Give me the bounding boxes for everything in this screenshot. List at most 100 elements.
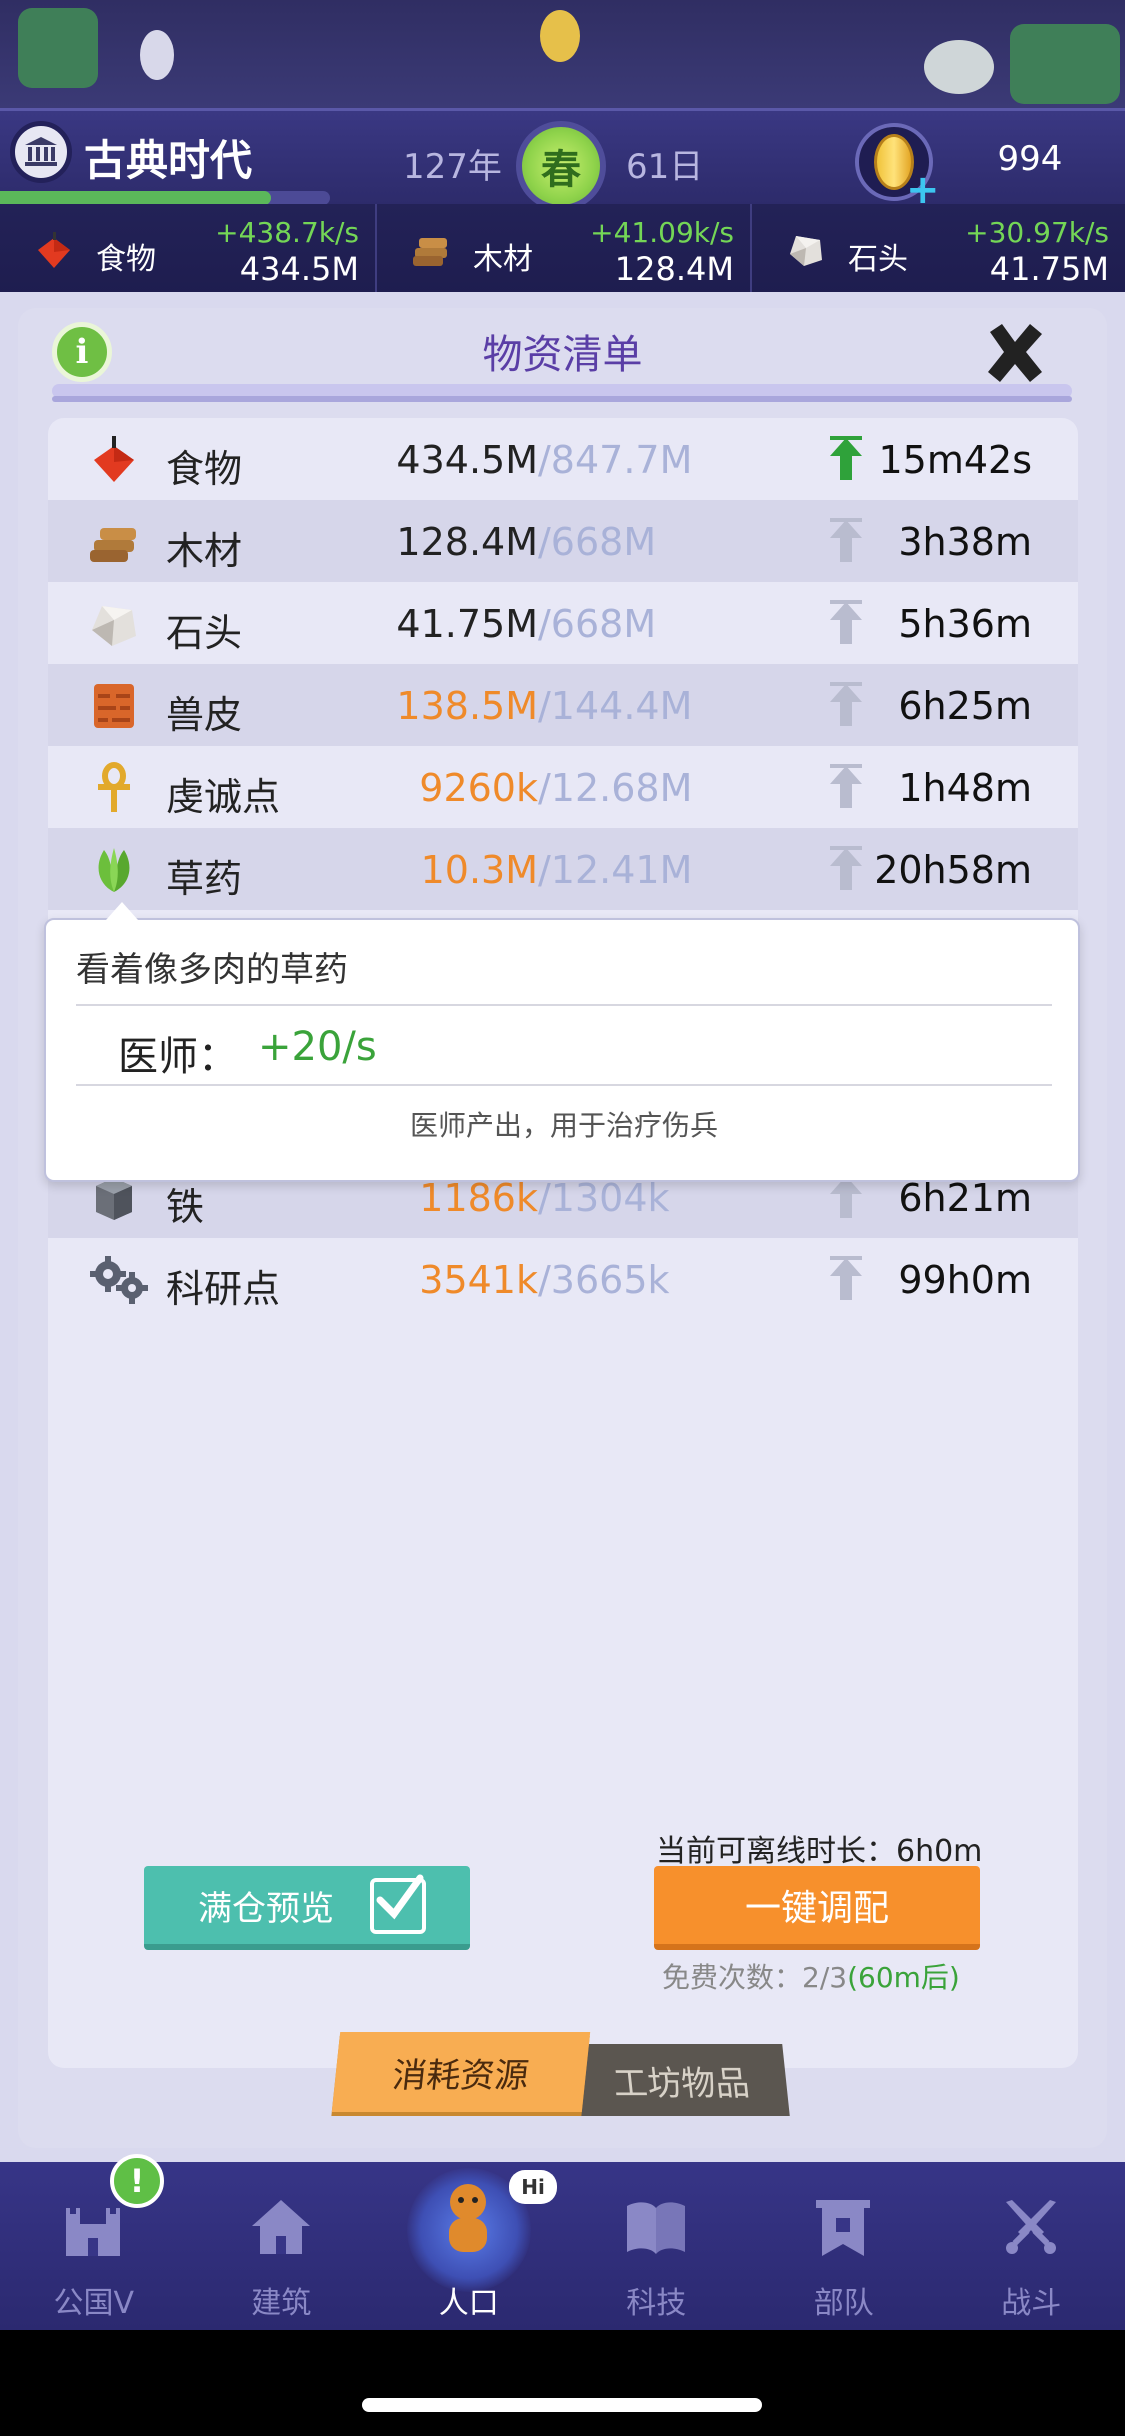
herb-tooltip: 看着像多肉的草药 医师： +20/s 医师产出，用于治疗伤兵 <box>44 902 1080 1182</box>
nav-troops[interactable]: 部队 <box>750 2162 938 2330</box>
list-item[interactable]: 兽皮 138.5M /144.4M 6h25m <box>48 664 1078 746</box>
nav-label: 战斗 <box>1001 2286 1062 2321</box>
house-icon <box>251 2200 310 2254</box>
stone-icon <box>790 236 822 266</box>
nav-label: 建筑 <box>251 2286 312 2321</box>
year-label: 127年 <box>403 147 502 187</box>
resource-amount: 434.5M <box>239 250 359 288</box>
resource-stone[interactable]: 石头 +30.97k/s 41.75M <box>750 204 1125 294</box>
rabbit-decoration <box>140 30 174 80</box>
row-capacity: /144.4M <box>538 684 693 728</box>
panel-header: i 物资清单 <box>0 292 1125 412</box>
stone-icon <box>92 606 136 646</box>
nav-population[interactable]: Hi 人口 <box>375 2162 563 2330</box>
resource-amount: 128.4M <box>614 250 734 288</box>
bottom-nav: ! 公国Ⅴ 建筑 Hi 人口 科技 部队 战斗 <box>0 2154 1125 2330</box>
one-click-allocate-button[interactable]: 一键调配 <box>654 1866 980 1950</box>
home-indicator[interactable] <box>362 2398 762 2412</box>
safe-area <box>0 2330 1125 2436</box>
season-badge[interactable]: 春 <box>516 121 606 211</box>
resource-rate: +438.7k/s <box>215 216 359 249</box>
tab-consume-resources[interactable]: 消耗资源 <box>331 2032 591 2112</box>
nav-label: 人口 <box>438 2286 499 2321</box>
tooltip-divider <box>76 1084 1052 1086</box>
row-current: 3541k <box>419 1258 538 1302</box>
row-name: 食物 <box>166 447 243 491</box>
era-title: 古典时代 <box>84 136 253 185</box>
row-current: 138.5M <box>396 684 538 728</box>
day-label: 61日 <box>626 147 704 187</box>
list-item[interactable]: 食物 434.5M /847.7M 15m42s <box>48 418 1078 500</box>
row-name: 铁 <box>166 1185 205 1229</box>
resource-list: 食物 434.5M /847.7M 15m42s 木材 128.4M /668M… <box>48 418 1078 2068</box>
era-badge[interactable] <box>10 121 72 183</box>
arrow-up-icon <box>830 846 862 890</box>
resource-name: 木材 <box>473 242 533 277</box>
list-item[interactable]: 草药 10.3M /12.41M 20h58m <box>48 828 1078 910</box>
row-capacity: /668M <box>538 602 657 646</box>
close-icon[interactable] <box>980 318 1050 388</box>
row-time: 6h25m <box>898 684 1032 728</box>
list-item[interactable]: 木材 128.4M /668M 3h38m <box>48 500 1078 582</box>
free-count: 免费次数：2/3(60m后) <box>662 1956 960 1996</box>
arrow-up-icon <box>830 600 862 644</box>
top-header: 古典时代 127年 春 61日 + 994 <box>0 108 1125 213</box>
row-time: 20h58m <box>874 848 1032 892</box>
bird-decoration <box>540 10 580 62</box>
row-time: 6h21m <box>898 1176 1032 1220</box>
food-icon <box>38 232 70 268</box>
swords-icon <box>1005 2200 1056 2254</box>
wood-icon <box>413 238 447 266</box>
resource-rate: +30.97k/s <box>965 216 1109 249</box>
alert-badge-icon: ! <box>110 2154 164 2208</box>
row-capacity: /12.68M <box>538 766 693 810</box>
checkbox-checked-icon <box>370 1874 426 1934</box>
person-icon <box>449 2184 487 2252</box>
row-time: 99h0m <box>898 1258 1032 1302</box>
nav-buildings[interactable]: 建筑 <box>188 2162 376 2330</box>
row-time: 15m42s <box>878 438 1032 482</box>
row-current: 1186k <box>419 1176 538 1220</box>
resource-strip: 食物 +438.7k/s 434.5M 木材 +41.09k/s 128.4M … <box>0 204 1125 294</box>
resource-food[interactable]: 食物 +438.7k/s 434.5M <box>0 204 375 294</box>
resource-name: 食物 <box>96 242 156 277</box>
full-preview-button[interactable]: 满仓预览 <box>144 1866 470 1950</box>
food-icon <box>94 436 134 482</box>
tooltip-description: 医师产出，用于治疗伤兵 <box>409 1109 718 1142</box>
arrow-up-icon <box>830 1256 862 1300</box>
list-item[interactable]: 石头 41.75M /668M 5h36m <box>48 582 1078 664</box>
row-name: 兽皮 <box>166 693 243 737</box>
list-item[interactable]: 科研点 3541k /3665k 99h0m <box>48 1238 1078 1320</box>
arrow-up-icon <box>830 436 862 480</box>
gold-amount: 994 <box>997 139 1063 179</box>
resource-name: 石头 <box>848 242 908 277</box>
row-current: 41.75M <box>396 602 538 646</box>
gold-add-button[interactable]: + <box>855 123 940 213</box>
tooltip-source-value: +20/s <box>258 1024 377 1070</box>
inventory-panel: i 物资清单 食物 434.5M /847.7M 15m42s 木材 128.4… <box>0 292 1125 2358</box>
row-time: 5h36m <box>898 602 1032 646</box>
nav-battle[interactable]: 战斗 <box>938 2162 1125 2330</box>
row-current: 9260k <box>419 766 538 810</box>
row-capacity: /12.41M <box>538 848 693 892</box>
gears-icon <box>90 1256 148 1304</box>
tooltip-source-label: 医师： <box>118 1034 238 1080</box>
nav-duchy[interactable]: ! 公国Ⅴ <box>0 2154 188 2330</box>
resource-rate: +41.09k/s <box>590 216 734 249</box>
free-count-label: 免费次数：2/3 <box>662 1961 848 1994</box>
free-timer: (60m后) <box>847 1961 960 1994</box>
hi-bubble: Hi <box>509 2170 557 2204</box>
herb-icon <box>98 848 130 892</box>
nav-technology[interactable]: 科技 <box>563 2162 751 2330</box>
ankh-icon <box>98 762 130 812</box>
tooltip-divider <box>76 1004 1052 1006</box>
header-divider-shadow <box>52 396 1072 402</box>
castle-icon <box>66 2208 120 2256</box>
list-item[interactable]: 虔诚点 9260k /12.68M 1h48m <box>48 746 1078 828</box>
arrow-up-icon <box>830 682 862 726</box>
tree-decoration <box>18 8 98 88</box>
tab-workshop-items[interactable]: 工坊物品 <box>572 2044 790 2116</box>
row-current: 128.4M <box>396 520 538 564</box>
resource-wood[interactable]: 木材 +41.09k/s 128.4M <box>375 204 750 294</box>
top-scenery <box>0 0 1125 108</box>
